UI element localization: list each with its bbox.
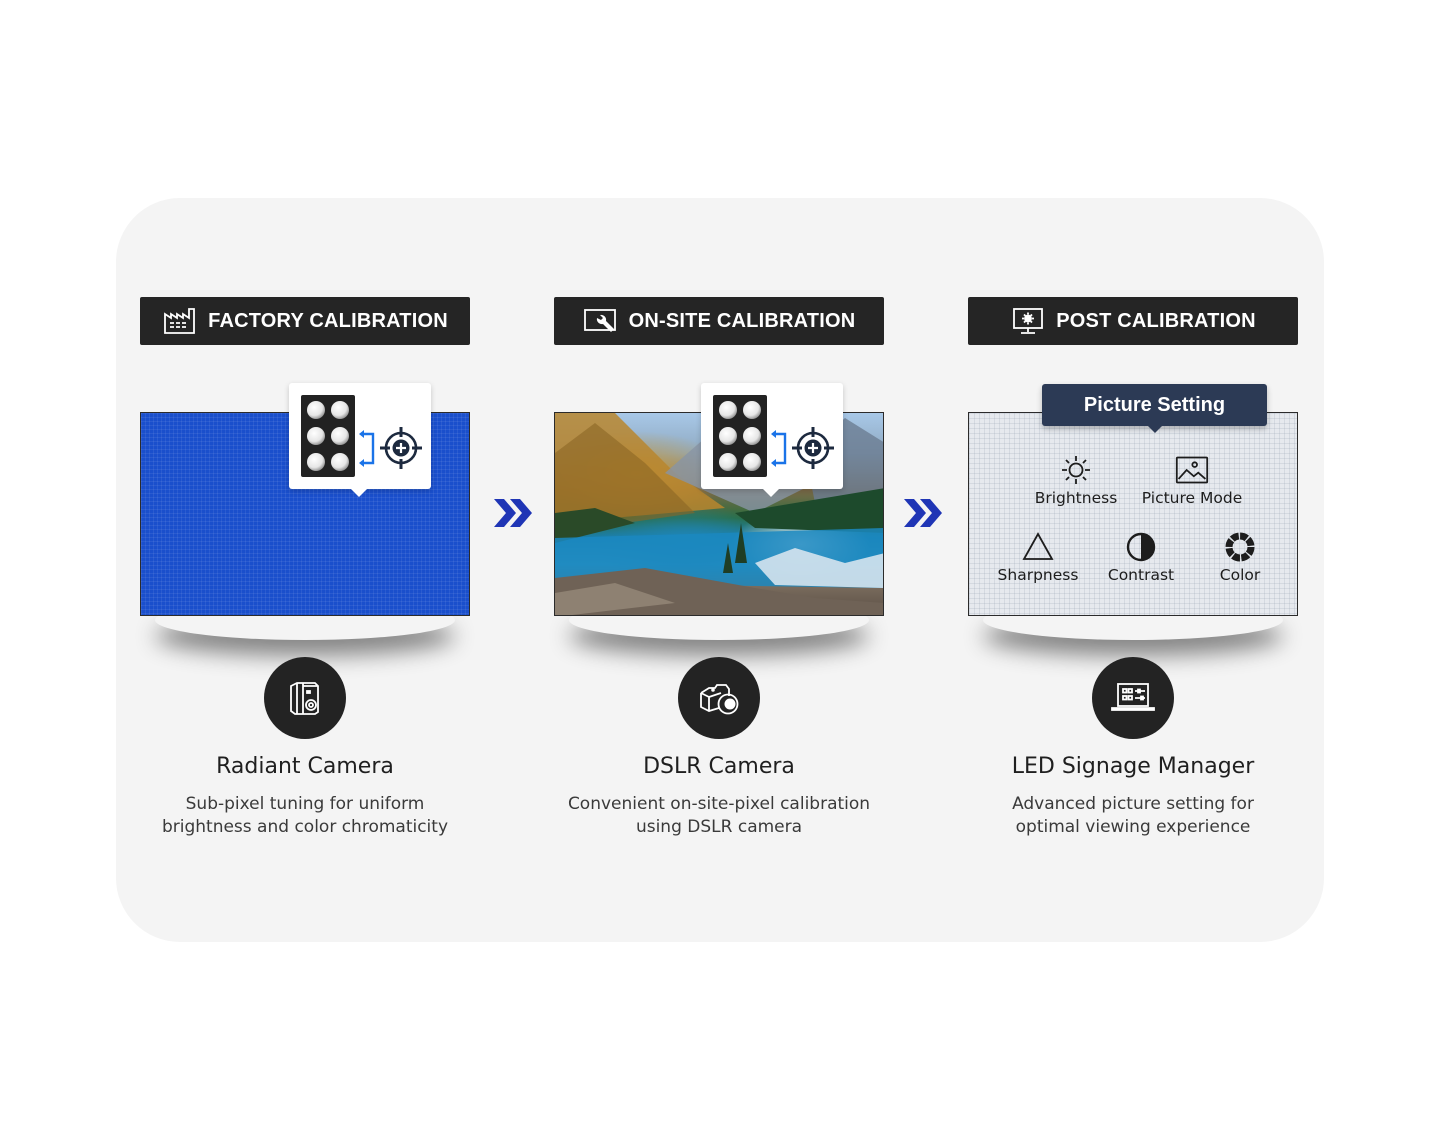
option-label: Contrast — [1107, 566, 1175, 584]
half-circle-icon — [1126, 532, 1156, 562]
led-module-calibration-icon — [713, 395, 834, 477]
laptop-sliders-icon — [1111, 683, 1155, 711]
option-label: Color — [1219, 566, 1261, 584]
option-label: Brightness — [1034, 489, 1118, 507]
factory-icon — [164, 308, 196, 334]
header-label: POST CALIBRATION — [1056, 309, 1256, 332]
on-site-calibration-header: ON-SITE CALIBRATION — [554, 297, 884, 345]
sun-icon — [1062, 456, 1090, 484]
stage-title: DSLR Camera — [643, 754, 795, 779]
dslr-camera-badge — [678, 657, 760, 739]
contrast-option[interactable]: Contrast — [1101, 530, 1181, 584]
monitor-settings-icon — [1013, 308, 1044, 334]
stage-description: Sub-pixel tuning for uniform brightness … — [105, 793, 505, 839]
post-calibration-header: POST CALIBRATION — [968, 297, 1298, 345]
stage-description: Advanced picture setting for optimal vie… — [933, 793, 1333, 839]
picture-setting-menu — [969, 413, 1297, 615]
option-label: Picture Mode — [1141, 489, 1243, 507]
stage-description: Convenient on-site-pixel calibration usi… — [519, 793, 919, 839]
sharpness-option[interactable]: Sharpness — [993, 530, 1083, 584]
led-module-calibration-icon — [301, 395, 422, 477]
stage-title: Radiant Camera — [216, 754, 394, 779]
image-icon — [1175, 456, 1209, 484]
factory-calibration-header: FACTORY CALIBRATION — [140, 297, 470, 345]
picture-setting-screen — [968, 412, 1298, 616]
picture-mode-option[interactable]: Picture Mode — [1137, 453, 1247, 507]
picture-setting-title: Picture Setting — [1042, 384, 1267, 433]
radiant-camera-icon — [290, 682, 319, 715]
led-signage-manager-badge — [1092, 657, 1174, 739]
description-line: brightness and color chromaticity — [161, 817, 449, 837]
monitor-wrench-icon — [583, 309, 616, 332]
description-line: using DSLR camera — [635, 817, 803, 837]
brightness-option[interactable]: Brightness — [1031, 453, 1121, 507]
stage-title: LED Signage Manager — [1011, 754, 1255, 779]
description-line: Advanced picture setting for — [1012, 794, 1254, 814]
calibration-popover — [289, 383, 431, 497]
triangle-icon — [1022, 532, 1054, 560]
calibration-popover — [701, 383, 843, 497]
description-line: Sub-pixel tuning for uniform — [185, 794, 425, 814]
radiant-camera-badge — [264, 657, 346, 739]
color-option[interactable]: Color — [1205, 530, 1275, 584]
header-label: FACTORY CALIBRATION — [208, 309, 448, 332]
color-wheel-icon — [1225, 532, 1255, 562]
header-label: ON-SITE CALIBRATION — [628, 309, 856, 332]
dslr-camera-icon — [700, 684, 739, 715]
double-chevron-right-icon — [494, 499, 532, 527]
option-label: Sharpness — [997, 566, 1079, 584]
description-line: optimal viewing experience — [1015, 817, 1251, 837]
description-line: Convenient on-site-pixel calibration — [567, 794, 871, 814]
double-chevron-right-icon — [904, 499, 942, 527]
